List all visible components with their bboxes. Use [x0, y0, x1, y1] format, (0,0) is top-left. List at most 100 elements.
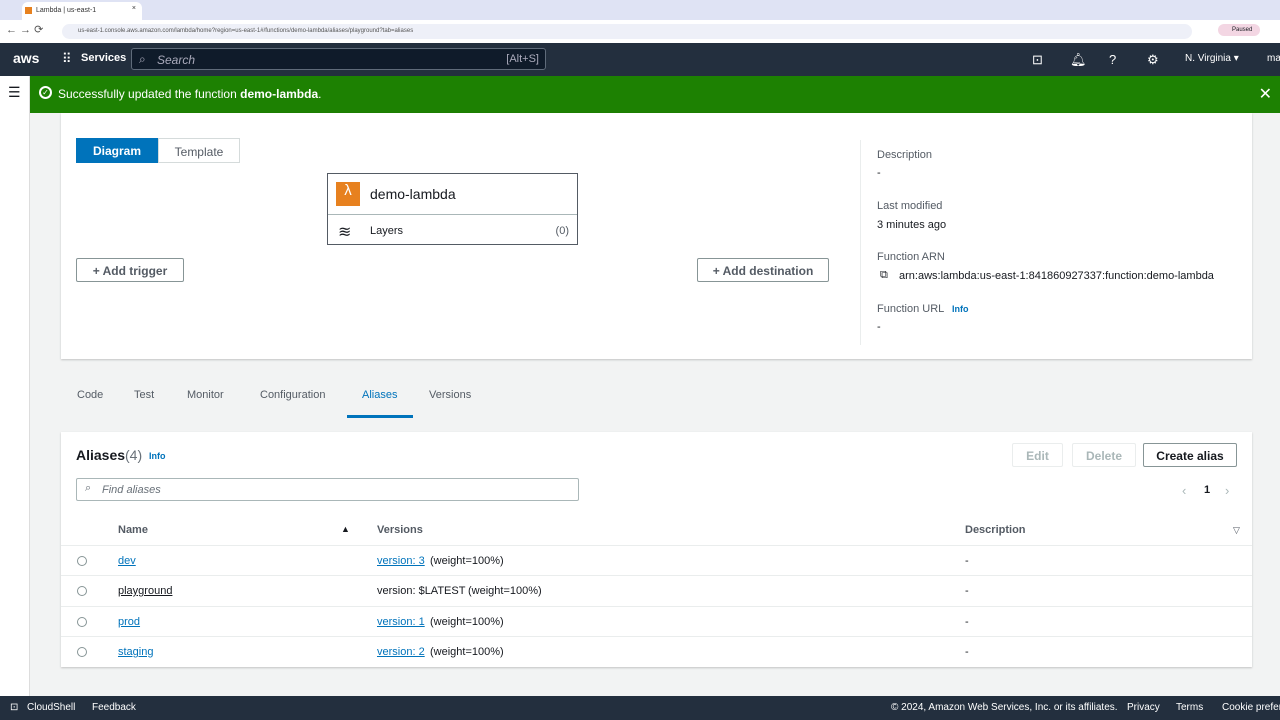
divider [860, 140, 861, 345]
lambda-icon: λ [336, 182, 360, 206]
flash-function-name: demo-lambda [240, 87, 319, 101]
feedback-link[interactable]: Feedback [92, 702, 136, 713]
row-radio[interactable] [77, 586, 87, 596]
region-selector[interactable]: N. Virginia ▾ [1185, 53, 1239, 64]
tab-versions[interactable]: Versions [429, 389, 471, 401]
cloudshell-icon[interactable]: ⊡ [1032, 52, 1043, 68]
find-aliases-placeholder: Find aliases [102, 484, 161, 496]
alias-name-link[interactable]: staging [118, 646, 153, 658]
notifications-icon[interactable]: 🔔︎ [1070, 52, 1087, 68]
row-radio[interactable] [77, 556, 87, 566]
alias-weight: (weight=100%) [430, 616, 504, 628]
next-page-icon[interactable]: › [1225, 483, 1229, 498]
table-row[interactable]: dev version: 3 (weight=100%) - [61, 545, 1252, 576]
alias-description: - [965, 646, 969, 658]
alias-version-link[interactable]: version: 1 [377, 616, 425, 628]
aws-logo[interactable]: aws [13, 50, 39, 66]
plus-icon: + [712, 264, 723, 278]
alias-version: version: $LATEST [377, 585, 466, 597]
privacy-link[interactable]: Privacy [1127, 702, 1160, 713]
last-modified-label: Last modified [877, 200, 943, 212]
cookie-preferences-link[interactable]: Cookie preferences [1222, 702, 1280, 713]
success-flashbar: ✓ Successfully updated the function demo… [30, 76, 1280, 113]
search-icon: ⌕ [85, 482, 92, 494]
flash-message: Successfully updated the function [58, 87, 241, 101]
function-name: demo-lambda [370, 186, 456, 202]
row-radio[interactable] [77, 617, 87, 627]
table-row[interactable]: staging version: 2 (weight=100%) - [61, 636, 1252, 667]
layers-count: (0) [555, 225, 569, 237]
lambda-favicon-icon [25, 7, 32, 14]
help-icon[interactable]: ? [1109, 52, 1116, 67]
tab-diagram[interactable]: Diagram [76, 138, 158, 163]
search-icon: ⌕ [139, 52, 146, 66]
settings-icon[interactable]: ⚙ [1147, 52, 1159, 68]
column-header-versions[interactable]: Versions [377, 524, 423, 536]
alias-name-link[interactable]: prod [118, 616, 140, 628]
page-number[interactable]: 1 [1204, 484, 1210, 496]
function-url-value: - [877, 321, 881, 333]
cloudshell-icon: ⊡ [10, 702, 19, 713]
layers-label[interactable]: Layers [370, 225, 403, 237]
function-arn-value: arn:aws:lambda:us-east-1:841860927337:fu… [899, 270, 1214, 282]
alias-version-link[interactable]: version: 2 [377, 646, 425, 658]
column-header-description[interactable]: Description [965, 524, 1026, 536]
alias-description: - [965, 555, 969, 567]
prev-page-icon[interactable]: ‹ [1182, 483, 1186, 498]
alias-description: - [965, 616, 969, 628]
alias-weight: (weight=100%) [430, 555, 504, 567]
find-aliases-input[interactable]: ⌕ Find aliases [76, 478, 579, 501]
sort-icon[interactable]: ▽ [1233, 525, 1240, 536]
function-url-info-link[interactable]: Info [952, 304, 969, 314]
tab-configuration[interactable]: Configuration [260, 389, 325, 401]
services-menu[interactable]: Services [81, 52, 126, 64]
success-icon: ✓ [39, 86, 52, 99]
table-row[interactable]: prod version: 1 (weight=100%) - [61, 606, 1252, 637]
tab-monitor[interactable]: Monitor [187, 389, 224, 401]
alias-name-link[interactable]: dev [118, 555, 136, 567]
description-label: Description [877, 149, 933, 161]
alias-weight: (weight=100%) [430, 646, 504, 658]
services-icon: ⠿ [62, 51, 72, 66]
sort-ascending-icon[interactable]: ▲ [341, 524, 350, 534]
tab-test[interactable]: Test [134, 389, 154, 401]
plus-icon: + [92, 264, 103, 278]
address-bar: ← → ⟳ us-east-1.console.aws.amazon.com/l… [0, 20, 1280, 43]
column-header-name[interactable]: Name [118, 524, 148, 536]
last-modified-value: 3 minutes ago [877, 219, 947, 231]
tab-template[interactable]: Template [158, 138, 240, 163]
function-arn-label: Function ARN [877, 251, 945, 263]
tab-code[interactable]: Code [77, 389, 103, 401]
copy-icon[interactable]: ⧉ [880, 269, 888, 282]
hamburger-icon[interactable]: ☰ [8, 84, 21, 101]
flash-suffix: . [318, 87, 322, 101]
close-tab-icon[interactable]: × [132, 5, 136, 12]
row-radio[interactable] [77, 647, 87, 657]
back-icon[interactable]: ← → ⟳ [6, 23, 43, 36]
function-diagram-card[interactable]: λ demo-lambda ≋ Layers (0) [327, 173, 578, 245]
layers-icon: ≋ [338, 224, 352, 241]
search-input[interactable]: ⌕ Search [Alt+S] [131, 48, 546, 70]
add-trigger-button[interactable]: + Add trigger [76, 258, 184, 282]
add-destination-button[interactable]: + Add destination [697, 258, 829, 282]
description-value: - [877, 167, 881, 179]
alias-description: - [965, 585, 969, 597]
terms-link[interactable]: Terms [1176, 702, 1203, 713]
browser-tab-bar: Lambda | us-east-1 × [0, 0, 1280, 20]
create-alias-button[interactable]: Create alias [1143, 443, 1237, 467]
table-row[interactable]: playground version: $LATEST (weight=100%… [61, 575, 1252, 606]
tab-aliases[interactable]: Aliases [362, 389, 397, 401]
alias-name-link[interactable]: playground [118, 585, 172, 597]
account-menu[interactable]: ma [1267, 53, 1280, 64]
cloudshell-link[interactable]: CloudShell [27, 702, 75, 713]
alias-version-link[interactable]: version: 3 [377, 555, 425, 567]
url-field[interactable]: us-east-1.console.aws.amazon.com/lambda/… [62, 24, 1192, 39]
aliases-info-link[interactable]: Info [149, 451, 166, 461]
profile-button[interactable]: Paused [1218, 24, 1261, 36]
add-trigger-label: Add trigger [102, 264, 168, 278]
browser-tab[interactable]: Lambda | us-east-1 × [22, 2, 142, 20]
delete-button[interactable]: Delete [1072, 443, 1136, 467]
close-icon[interactable]: ✕ [1259, 84, 1272, 104]
edit-button[interactable]: Edit [1012, 443, 1063, 467]
search-placeholder: Search [157, 53, 196, 67]
